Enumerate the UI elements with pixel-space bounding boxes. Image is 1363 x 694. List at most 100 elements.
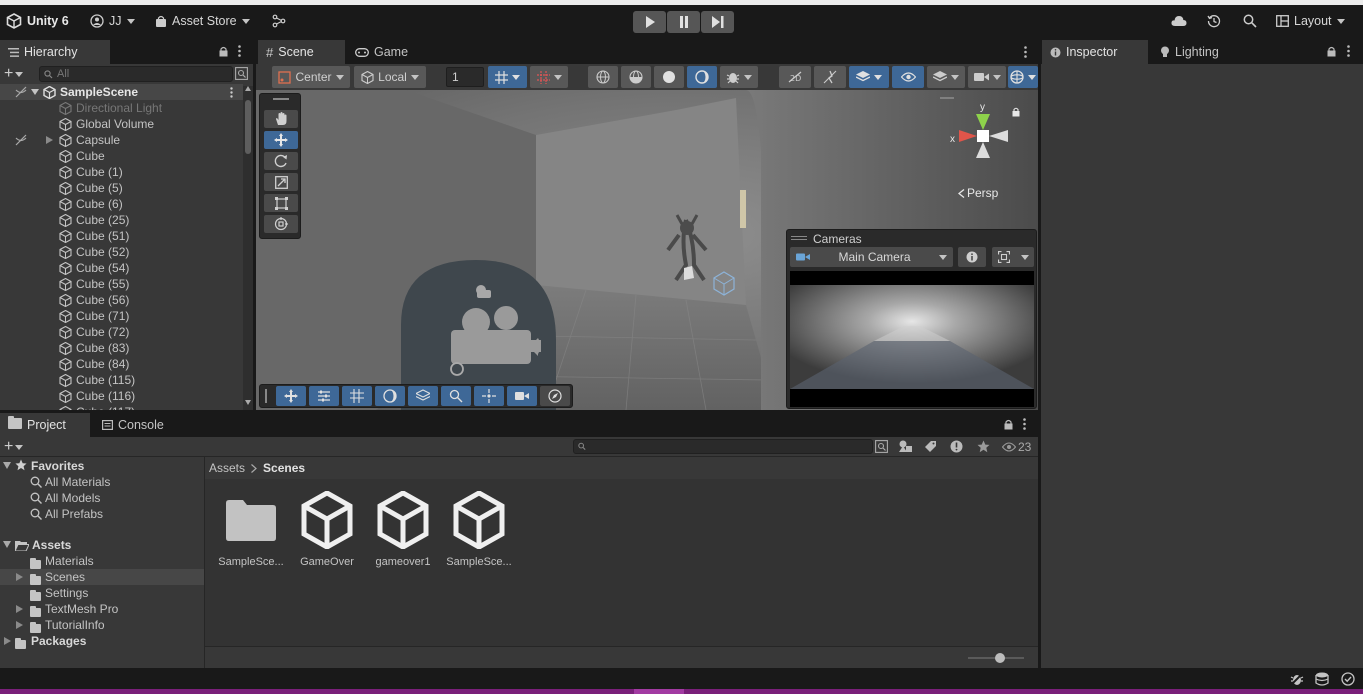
create-button[interactable]: +: [4, 66, 24, 82]
project-search-input[interactable]: [573, 439, 873, 454]
hierarchy-item[interactable]: Cube (54): [0, 260, 243, 276]
increment-snap-toggle[interactable]: [530, 66, 568, 88]
overlay-tool-button[interactable]: [507, 386, 537, 406]
overlay-tool-button[interactable]: [375, 386, 405, 406]
view-tool-button[interactable]: [264, 110, 298, 128]
hierarchy-item[interactable]: Directional Light: [0, 100, 243, 116]
scene-row[interactable]: SampleScene: [0, 84, 243, 100]
visibility-hidden-icon[interactable]: [15, 86, 27, 98]
grid-snap-toggle[interactable]: [488, 66, 527, 88]
scale-tool-button[interactable]: [264, 173, 298, 191]
folder-item[interactable]: Settings: [0, 585, 204, 601]
more-options-icon[interactable]: [238, 45, 241, 57]
tab-project[interactable]: Project: [0, 413, 90, 437]
search-button[interactable]: [1243, 5, 1257, 37]
scrollbar-thumb[interactable]: [245, 100, 251, 154]
cache-server-icon[interactable]: [1315, 672, 1329, 686]
assets-section[interactable]: Assets: [0, 537, 204, 553]
layers-visibility-dropdown[interactable]: [927, 66, 965, 88]
unlit-shading-button[interactable]: [654, 66, 684, 88]
overlay-tool-button[interactable]: [540, 386, 570, 406]
more-options-icon[interactable]: [1023, 418, 1026, 430]
shaded-button[interactable]: [687, 66, 717, 88]
hierarchy-item[interactable]: Cube (1): [0, 164, 243, 180]
overlay-tool-button[interactable]: [474, 386, 504, 406]
folder-item[interactable]: TutorialInfo: [0, 617, 204, 633]
favorites-section[interactable]: Favorites: [0, 458, 204, 474]
hidden-packages-toggle[interactable]: 23: [1002, 440, 1031, 454]
folder-item[interactable]: Scenes: [0, 569, 204, 585]
favorite-item[interactable]: All Prefabs: [0, 506, 204, 522]
search-options-icon[interactable]: [235, 67, 248, 80]
filter-by-label-icon[interactable]: [924, 440, 937, 453]
hierarchy-item[interactable]: Cube (84): [0, 356, 243, 372]
hierarchy-item[interactable]: Cube (115): [0, 372, 243, 388]
grid-size-field[interactable]: 1: [446, 67, 484, 87]
hierarchy-item[interactable]: Cube (72): [0, 324, 243, 340]
expand-arrow-icon[interactable]: [46, 136, 53, 144]
gizmos-dropdown[interactable]: [1008, 66, 1038, 88]
check-circle-icon[interactable]: [1341, 672, 1355, 686]
drag-handle[interactable]: [273, 98, 289, 100]
drag-handle[interactable]: [791, 236, 807, 237]
lighting-toggle[interactable]: [814, 66, 846, 88]
account-dropdown[interactable]: JJ: [90, 5, 135, 37]
tab-hierarchy[interactable]: Hierarchy: [0, 40, 110, 64]
version-control-button[interactable]: [272, 5, 286, 37]
play-button[interactable]: [633, 11, 666, 33]
hierarchy-scrollbar[interactable]: [243, 86, 253, 410]
packages-section[interactable]: Packages: [0, 633, 204, 649]
favorite-item[interactable]: All Materials: [0, 474, 204, 490]
expand-arrow-icon[interactable]: [4, 637, 11, 645]
expand-arrow-icon[interactable]: [16, 621, 23, 629]
scroll-down-icon[interactable]: [245, 400, 251, 405]
expand-arrow-icon[interactable]: [16, 573, 23, 581]
hierarchy-item[interactable]: Cube (6): [0, 196, 243, 212]
expand-arrow-icon[interactable]: [16, 605, 23, 613]
hierarchy-item[interactable]: Cube: [0, 148, 243, 164]
search-options-icon[interactable]: [875, 440, 888, 453]
more-options-icon[interactable]: [1024, 46, 1027, 58]
lock-icon[interactable]: [219, 46, 228, 57]
asset-item[interactable]: SampleSce...: [441, 488, 517, 568]
unity-menu[interactable]: Unity 6: [6, 5, 69, 37]
projection-toggle[interactable]: Persp: [958, 186, 998, 200]
lock-icon[interactable]: [1004, 419, 1013, 430]
move-tool-button[interactable]: [264, 131, 298, 149]
camera-frame-dropdown[interactable]: [992, 247, 1034, 267]
hierarchy-item[interactable]: Cube (56): [0, 292, 243, 308]
tab-console[interactable]: Console: [94, 413, 172, 437]
breadcrumb-assets[interactable]: Assets: [209, 461, 245, 475]
more-options-icon[interactable]: [230, 86, 233, 98]
wireframe-shading-button[interactable]: [588, 66, 618, 88]
hierarchy-item[interactable]: Cube (52): [0, 244, 243, 260]
hierarchy-item[interactable]: Cube (5): [0, 180, 243, 196]
hierarchy-item[interactable]: Cube (117): [0, 404, 243, 410]
expand-arrow-icon[interactable]: [3, 541, 11, 548]
hierarchy-item[interactable]: Cube (55): [0, 276, 243, 292]
star-icon[interactable]: [977, 440, 990, 453]
tab-lighting[interactable]: Lighting: [1152, 40, 1227, 64]
scene-visibility-toggle[interactable]: [892, 66, 924, 88]
hierarchy-item[interactable]: Cube (51): [0, 228, 243, 244]
hierarchy-item[interactable]: Cube (25): [0, 212, 243, 228]
hierarchy-item[interactable]: Global Volume: [0, 116, 243, 132]
rect-tool-button[interactable]: [264, 194, 298, 212]
pivot-rotation-dropdown[interactable]: Local: [354, 66, 426, 88]
debug-draw-mode-dropdown[interactable]: [720, 66, 758, 88]
overlay-tool-button[interactable]: [309, 386, 339, 406]
pause-button[interactable]: [667, 11, 700, 33]
hierarchy-item[interactable]: Cube (116): [0, 388, 243, 404]
tab-inspector[interactable]: Inspector: [1042, 40, 1148, 64]
drag-handle[interactable]: [265, 389, 267, 403]
asset-item[interactable]: GameOver: [289, 488, 365, 568]
tab-scene[interactable]: # Scene: [258, 40, 345, 64]
hierarchy-search-input[interactable]: All: [39, 66, 233, 82]
history-button[interactable]: [1207, 5, 1221, 37]
pivot-mode-dropdown[interactable]: Center: [272, 66, 350, 88]
filter-by-type-icon[interactable]: [899, 440, 913, 453]
transform-tool-button[interactable]: [264, 215, 298, 233]
rotate-tool-button[interactable]: [264, 152, 298, 170]
orientation-gizmo[interactable]: y x Persp: [936, 96, 1036, 206]
hierarchy-item[interactable]: Cube (83): [0, 340, 243, 356]
